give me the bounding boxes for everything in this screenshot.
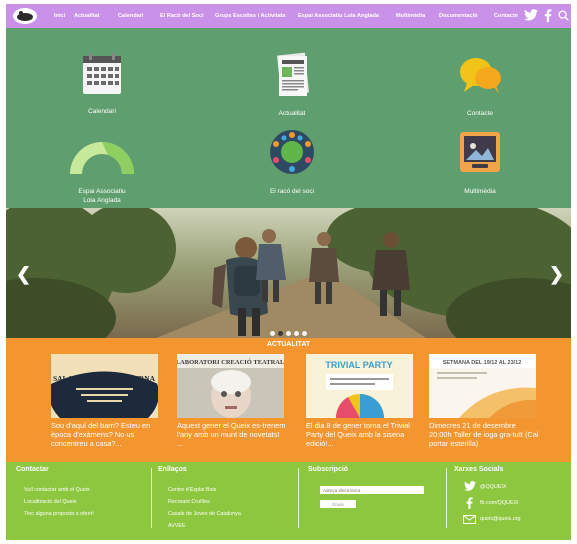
section-title: ACTUALITAT [266,341,311,348]
news-card-text: El dia 8 de gener torna el Trivial Party… [306,421,410,448]
tile-label-line2: Lola Anglada [83,197,121,204]
social-facebook-text[interactable]: fb.com/QQUEIX [480,500,519,506]
footer-link[interactable]: AVVEE [168,523,186,529]
news-card-image[interactable]: LABORATORI CREACIÓ TEATRAL [177,354,284,418]
section-actualitat: ACTUALITAT SALA D'ESTUDI NOCTURNA Sou d'… [6,338,571,462]
slider-dot[interactable] [302,331,307,336]
news-card-image[interactable]: SALA D'ESTUDI NOCTURNA [51,354,158,418]
social-twitter-text[interactable]: @QQUEIX [480,484,506,490]
news-card-text: Dimecres 21 de desembre 20:00h Taller de… [429,421,539,448]
footer: Contactar Vull contactar amb el Queix Lo… [6,462,571,540]
nav-inici[interactable]: Inici [54,11,65,21]
slider-dot-active[interactable] [278,331,283,336]
tile-calendari[interactable]: Calendari [42,50,162,116]
image-text: SETMANA DEL 19/12 AL 23/12 [443,360,522,366]
subscribe-button[interactable]: Envia [320,500,356,508]
footer-link[interactable]: Centre d'Esplai Boix [168,487,216,493]
tile-actualitat[interactable]: Actualitat [232,50,352,118]
nav-calendari[interactable]: Calendari [118,11,144,21]
calendar-icon [83,53,121,94]
footer-link[interactable]: Recreant Cruïlles [168,499,210,505]
media-icon [460,132,500,172]
tile-label: Multimèdia [464,188,496,195]
image-text: LABORATORI CREACIÓ TEATRAL [177,358,284,366]
search-icon[interactable] [558,10,569,21]
facebook-icon[interactable] [466,497,473,509]
tile-contacte[interactable]: Contacte [420,50,540,118]
tile-label: El racó del soci [269,188,315,195]
subscribe-email-input[interactable] [320,486,424,494]
tile-multimedia[interactable]: Multimèdia [420,128,540,196]
slider-dot[interactable] [294,331,299,336]
slider-dot[interactable] [270,331,275,336]
news-card-image[interactable]: SETMANA DEL 19/12 AL 23/12 [429,354,536,418]
twitter-icon[interactable] [464,481,476,491]
image-text: SALA D'ESTUDI NOCTURNA [53,374,156,383]
news-card-text: Sou d'aquí del barri? Esteu en època d'e… [51,421,151,448]
top-navbar: Inici Actualitat Calendari El Racó del S… [6,4,571,28]
footer-divider [151,468,152,528]
news-card-text: Aquest gener el Queix es-trenem l'any am… [177,421,286,448]
slider-next-arrow[interactable]: ❯ [549,264,564,285]
news-card[interactable]: SALA D'ESTUDI NOCTURNA Sou d'aquí del ba… [51,354,161,448]
nav-documentacio[interactable]: Documentació [439,11,478,21]
footer-link[interactable]: Casals de Joves de Catalunya [168,511,241,517]
footer-subscribe-title: Subscripció [308,466,349,473]
footer-divider [298,468,299,528]
image-text: TRIVIAL PARTY [325,360,392,370]
mail-icon[interactable] [463,515,476,524]
section-shortcuts: Calendari Actualitat Contacte Espai Asso… [6,28,571,208]
footer-divider [446,468,447,528]
hero-slider[interactable]: ❮ ❯ [6,208,571,338]
twitter-icon[interactable] [524,9,538,21]
slider-dots [270,323,310,338]
page: Inici Actualitat Calendari El Racó del S… [6,4,571,540]
slider-prev-arrow[interactable]: ❮ [16,264,31,285]
nav-contacte[interactable]: Contacte [494,11,518,21]
nav-multimedia[interactable]: Multimèdia [396,11,425,21]
slider-dot[interactable] [286,331,291,336]
people-circle-icon [270,130,314,174]
arch-icon [70,142,134,174]
tile-label: Actualitat [278,110,306,117]
hero-photo [6,208,571,338]
queix-logo[interactable] [12,7,38,25]
nav-grups-escoltes[interactable]: Grups Escoltes i Activitats [215,11,286,21]
footer-link[interactable]: Localització del Queix [24,499,76,505]
social-email-text[interactable]: queix@queix.org [480,516,521,522]
footer-link[interactable]: Vull contactar amb el Queix [24,487,90,493]
tile-espai-associatiu[interactable]: Espai Associatiu Lola Anglada [42,128,162,205]
footer-link[interactable]: Tinc alguna proposta a oferir! [24,511,94,517]
footer-contact-title: Contactar [16,466,49,473]
news-card[interactable]: SETMANA DEL 19/12 AL 23/12 Dimecres 21 d… [429,354,539,448]
tile-label: Calendari [88,108,116,115]
speech-bubbles-icon [460,58,501,94]
nav-espai-associatiu[interactable]: Espai Associatiu Lola Anglada [298,11,379,21]
facebook-icon[interactable] [544,9,552,22]
tile-label: Contacte [466,110,494,117]
footer-links-title: Enllaços [158,466,187,473]
footer-social-title: Xarxes Socials [454,466,504,473]
nav-raco-del-soci[interactable]: El Racó del Soci [160,11,204,21]
nav-actualitat[interactable]: Actualitat [74,11,100,21]
news-card[interactable]: LABORATORI CREACIÓ TEATRAL Aquest gener … [177,354,287,448]
news-card-image[interactable]: TRIVIAL PARTY [306,354,413,418]
tile-raco-del-soci[interactable]: El racó del soci [232,128,352,196]
newspaper-icon [276,52,310,96]
tile-label: Espai Associatiu [78,188,126,195]
news-card[interactable]: TRIVIAL PARTY El dia 8 de gener torna el… [306,354,416,448]
